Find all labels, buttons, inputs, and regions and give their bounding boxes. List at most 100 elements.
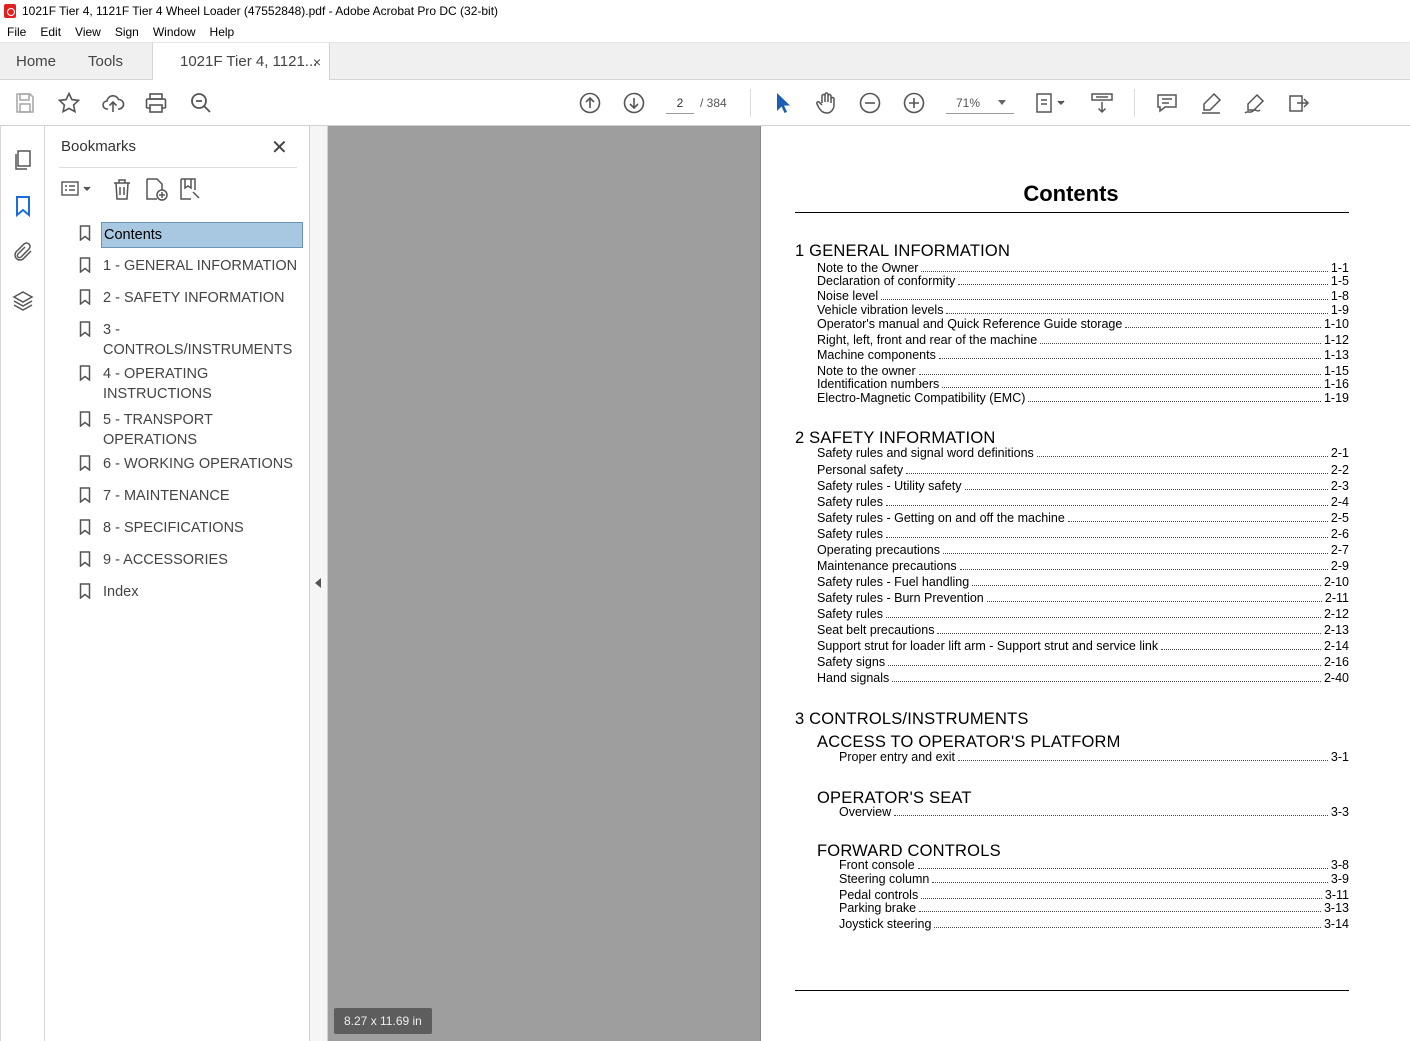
pdf-app-icon xyxy=(4,4,16,18)
bookmark-item-index[interactable]: Index xyxy=(75,580,305,612)
toc-entry-label: Seat belt precautions xyxy=(817,623,935,637)
toc-entry[interactable]: Front console 3-8 xyxy=(839,857,1349,872)
bookmark-icon xyxy=(79,321,91,338)
save-icon[interactable] xyxy=(13,91,37,115)
toc-entry[interactable]: Operating precautions 2-7 xyxy=(817,542,1349,557)
bookmark-panel-icon[interactable] xyxy=(11,194,35,218)
toc-entry[interactable]: Safety rules - Fuel handling 2-10 xyxy=(817,574,1349,589)
toc-entry[interactable]: Declaration of conformity 1-5 xyxy=(817,273,1349,288)
toc-entry[interactable]: Seat belt precautions 2-13 xyxy=(817,622,1349,637)
bookmark-item-controls-instruments[interactable]: 3 - CONTROLS/INSTRUMENTS xyxy=(75,318,305,362)
tab-document-label: 1021F Tier 4, 1121... xyxy=(180,53,318,70)
toc-entry-label: Safety signs xyxy=(817,655,886,669)
star-icon[interactable] xyxy=(57,91,81,115)
close-tab-icon[interactable]: × xyxy=(313,54,321,70)
bookmark-item-transport-operations[interactable]: 5 - TRANSPORT OPERATIONS xyxy=(75,408,305,452)
attachment-paperclip-icon[interactable] xyxy=(11,240,35,264)
toc-entry[interactable]: Safety rules 2-6 xyxy=(817,526,1349,541)
select-cursor-icon[interactable] xyxy=(770,91,794,115)
toc-entry[interactable]: Proper entry and exit 3-1 xyxy=(839,749,1349,764)
toc-entry[interactable]: Operator's manual and Quick Reference Gu… xyxy=(817,316,1349,331)
bookmark-item-accessories[interactable]: 9 - ACCESSORIES xyxy=(75,548,305,580)
toc-entry[interactable]: Electro-Magnetic Compatibility (EMC) 1-19 xyxy=(817,390,1349,405)
toc-entry-page: 1-8 xyxy=(1330,289,1349,303)
tab-document[interactable]: 1021F Tier 4, 1121... × xyxy=(152,43,330,80)
bookmark-item-maintenance[interactable]: 7 - MAINTENANCE xyxy=(75,484,305,516)
toc-leader-dots xyxy=(934,927,1321,928)
find-bookmark-icon[interactable] xyxy=(177,176,203,202)
toc-leader-dots xyxy=(964,489,1328,490)
upload-cloud-icon[interactable] xyxy=(101,91,125,115)
layers-icon[interactable] xyxy=(11,289,35,313)
toc-entry[interactable]: Safety signs 2-16 xyxy=(817,654,1349,669)
zoom-level-dropdown[interactable]: 71% xyxy=(946,92,1014,114)
menu-view[interactable]: View xyxy=(75,25,101,39)
menu-help[interactable]: Help xyxy=(210,25,235,39)
toc-entry-label: Hand signals xyxy=(817,671,890,685)
toc-entry-label: Personal safety xyxy=(817,463,904,477)
toc-entry[interactable]: Safety rules 2-12 xyxy=(817,606,1349,621)
menu-edit[interactable]: Edit xyxy=(40,25,61,39)
toc-entry[interactable]: Support strut for loader lift arm - Supp… xyxy=(817,638,1349,653)
page-number-input[interactable] xyxy=(666,92,694,114)
scroll-mode-icon[interactable] xyxy=(1090,91,1114,115)
toc-entry[interactable]: Noise level 1-8 xyxy=(817,288,1349,303)
panel-collapse-handle[interactable] xyxy=(310,126,328,1041)
toc-entry[interactable]: Machine components 1-13 xyxy=(817,347,1349,362)
highlight-pen-icon[interactable] xyxy=(1199,91,1223,115)
print-icon[interactable] xyxy=(144,91,168,115)
hand-tool-icon[interactable] xyxy=(814,91,838,115)
toc-entry[interactable]: Steering column 3-9 xyxy=(839,871,1349,886)
zoom-out-icon[interactable] xyxy=(858,91,882,115)
delete-bookmark-icon[interactable] xyxy=(109,176,135,202)
tab-home[interactable]: Home xyxy=(16,43,56,80)
toc-entry[interactable]: Joystick steering 3-14 xyxy=(839,916,1349,931)
more-tools-icon[interactable] xyxy=(1287,91,1311,115)
toc-entry[interactable]: Safety rules - Getting on and off the ma… xyxy=(817,510,1349,525)
sign-pen-icon[interactable] xyxy=(1243,91,1267,115)
toc-entry[interactable]: Vehicle vibration levels 1-9 xyxy=(817,302,1349,317)
toc-entry[interactable]: Safety rules 2-4 xyxy=(817,494,1349,509)
toc-entry-label: Noise level xyxy=(817,289,879,303)
toc-entry-page: 2-11 xyxy=(1324,591,1349,605)
bookmark-item-safety-information[interactable]: 2 - SAFETY INFORMATION xyxy=(75,286,305,318)
bookmark-item-working-operations[interactable]: 6 - WORKING OPERATIONS xyxy=(75,452,305,484)
toc-entry-page: 1-19 xyxy=(1323,391,1349,405)
toc-entry[interactable]: Parking brake 3-13 xyxy=(839,900,1349,915)
toc-entry[interactable]: Safety rules and signal word definitions… xyxy=(817,445,1349,460)
toc-entry[interactable]: Maintenance precautions 2-9 xyxy=(817,558,1349,573)
document-viewport[interactable]: 8.27 x 11.69 in Contents 1 GENERAL INFOR… xyxy=(328,126,1410,1041)
bookmark-label: 6 - WORKING OPERATIONS xyxy=(103,456,293,472)
next-page-icon[interactable] xyxy=(622,91,646,115)
comment-icon[interactable] xyxy=(1155,91,1179,115)
toc-entry-label: Machine components xyxy=(817,348,936,362)
toc-entry[interactable]: Overview 3-3 xyxy=(839,804,1349,819)
bookmark-item-general-information[interactable]: 1 - GENERAL INFORMATION xyxy=(75,254,305,286)
toc-entry[interactable]: Safety rules - Utility safety 2-3 xyxy=(817,478,1349,493)
toc-entry[interactable]: Personal safety 2-2 xyxy=(817,462,1349,477)
menu-window[interactable]: Window xyxy=(153,25,196,39)
toc-entry[interactable]: Identification numbers 1-16 xyxy=(817,376,1349,391)
toc-entry[interactable]: Right, left, front and rear of the machi… xyxy=(817,332,1349,347)
bookmark-item-operating-instructions[interactable]: 4 - OPERATING INSTRUCTIONS xyxy=(75,362,305,408)
toc-leader-dots xyxy=(917,868,1328,869)
page-rule-top xyxy=(795,212,1349,213)
new-bookmark-icon[interactable] xyxy=(143,176,169,202)
bookmark-icon xyxy=(79,289,91,306)
pages-thumbnail-icon[interactable] xyxy=(11,148,35,172)
menu-file[interactable]: File xyxy=(7,25,26,39)
bookmark-options-icon[interactable] xyxy=(59,176,95,202)
bookmark-label: Contents xyxy=(101,222,303,248)
bookmark-item-specifications[interactable]: 8 - SPECIFICATIONS xyxy=(75,516,305,548)
search-zoom-icon[interactable] xyxy=(189,91,213,115)
previous-page-icon[interactable] xyxy=(578,91,602,115)
toc-entry[interactable]: Safety rules - Burn Prevention 2-11 xyxy=(817,590,1349,605)
tab-tools[interactable]: Tools xyxy=(88,43,123,80)
zoom-in-icon[interactable] xyxy=(902,91,926,115)
menu-sign[interactable]: Sign xyxy=(115,25,139,39)
bookmark-item-contents[interactable]: Contents xyxy=(75,222,305,254)
close-panel-icon[interactable]: ✕ xyxy=(271,135,288,160)
toc-entry[interactable]: Hand signals 2-40 xyxy=(817,670,1349,685)
toc-entry-label: Front console xyxy=(839,858,915,872)
fit-page-icon[interactable] xyxy=(1034,91,1068,115)
